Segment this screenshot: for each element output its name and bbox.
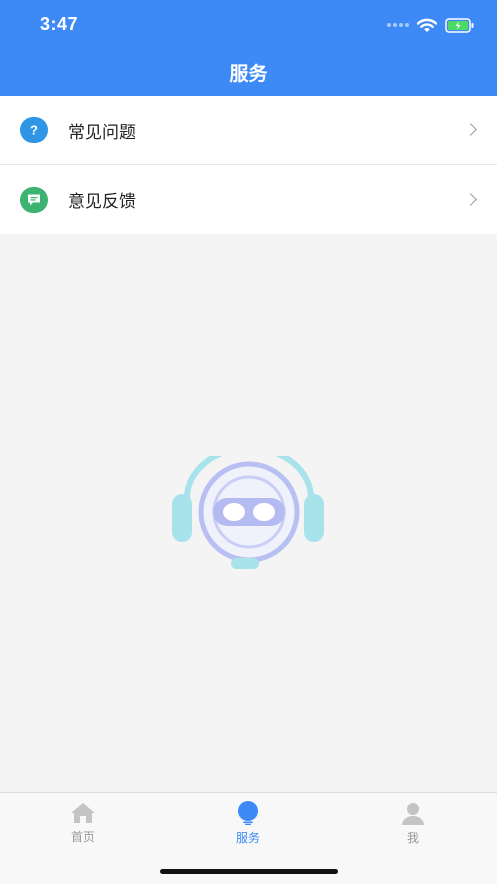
service-menu: ? 常见问题 意见反馈	[0, 96, 497, 234]
message-icon	[20, 186, 48, 213]
robot-mascot-icon	[169, 445, 329, 574]
service-icon	[236, 801, 260, 825]
menu-item-faq[interactable]: ? 常见问题	[0, 96, 497, 165]
tab-me[interactable]: 我	[363, 801, 463, 845]
battery-icon	[445, 17, 475, 33]
home-indicator[interactable]	[160, 869, 338, 874]
status-time: 3:47	[40, 14, 79, 34]
tab-label-me: 我	[406, 831, 419, 845]
tab-label-home: 首页	[70, 830, 95, 844]
question-icon: ?	[20, 117, 48, 143]
tab-service[interactable]: 服务	[198, 801, 298, 845]
menu-item-feedback[interactable]: 意见反馈	[0, 165, 497, 234]
signal-icon	[387, 23, 409, 27]
svg-text:?: ?	[30, 123, 38, 137]
tab-home[interactable]: 首页	[33, 801, 133, 845]
menu-label-faq: 常见问题	[68, 122, 136, 143]
menu-label-feedback: 意见反馈	[68, 192, 136, 212]
chevron-right-icon	[464, 192, 477, 206]
tab-label-service: 服务	[235, 831, 260, 845]
header-bar: 3:47 服务	[0, 0, 497, 96]
chevron-right-icon	[464, 123, 477, 136]
home-icon	[70, 801, 96, 824]
wifi-icon	[417, 18, 437, 33]
status-indicators	[387, 16, 475, 34]
page-title: 服务	[229, 63, 268, 85]
user-icon	[401, 801, 425, 825]
